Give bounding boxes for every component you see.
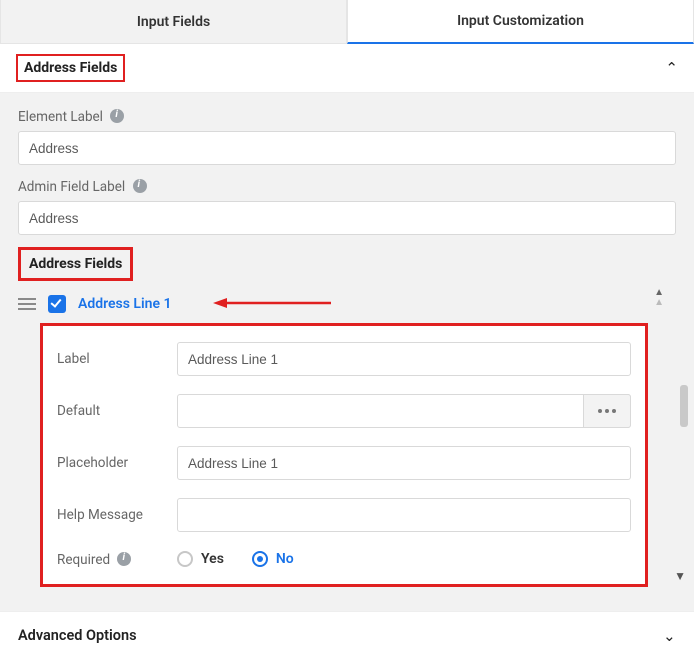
element-label-input[interactable] (18, 131, 676, 165)
admin-field-label-input[interactable] (18, 201, 676, 235)
detail-help-input[interactable] (177, 498, 631, 532)
detail-placeholder-input[interactable] (177, 446, 631, 480)
drag-handle-icon[interactable] (18, 298, 36, 310)
element-label-caption: Element Label (18, 107, 124, 125)
info-icon[interactable] (110, 109, 124, 123)
required-no-radio[interactable]: No (252, 551, 294, 567)
field-item-label: Address Line 1 (78, 296, 171, 312)
required-yes-radio[interactable]: Yes (177, 551, 224, 567)
enable-checkbox[interactable] (48, 295, 66, 313)
field-detail-panel: Label Default Placeholder Help Me (40, 323, 648, 587)
annotation-arrow-icon (213, 295, 333, 311)
advanced-options-header[interactable]: Advanced Options ⌃ (0, 611, 694, 658)
detail-label-input[interactable] (177, 342, 631, 376)
field-item-address-line-1[interactable]: Address Line 1 ▲ ▲ (18, 289, 676, 323)
chevron-down-icon: ⌃ (663, 626, 676, 644)
detail-label-caption: Label (57, 351, 177, 367)
chevron-up-icon[interactable]: ▲ (654, 289, 664, 297)
section-title: Address Fields (24, 60, 117, 76)
info-icon[interactable] (133, 179, 147, 193)
detail-required-caption: Required (57, 550, 177, 568)
tab-input-fields[interactable]: Input Fields (0, 0, 347, 44)
admin-field-label-caption: Admin Field Label (18, 177, 147, 195)
tab-input-customization[interactable]: Input Customization (347, 0, 694, 44)
info-icon[interactable] (117, 552, 131, 566)
detail-default-input[interactable] (177, 394, 631, 428)
sub-section-title: Address Fields (29, 256, 122, 272)
advanced-options-title: Advanced Options (18, 627, 137, 644)
detail-help-caption: Help Message (57, 507, 177, 523)
section-address-fields-header[interactable]: Address Fields ⌃ (0, 44, 694, 93)
detail-default-caption: Default (57, 403, 177, 419)
ellipsis-icon[interactable] (583, 394, 631, 428)
detail-placeholder-caption: Placeholder (57, 455, 177, 471)
chevron-up-icon[interactable]: ▲ (654, 299, 664, 307)
chevron-up-icon: ⌃ (665, 59, 678, 77)
sort-handle[interactable]: ▲ ▲ (654, 289, 664, 307)
scrollbar[interactable] (680, 385, 688, 427)
chevron-down-icon[interactable]: ▼ (674, 569, 686, 583)
